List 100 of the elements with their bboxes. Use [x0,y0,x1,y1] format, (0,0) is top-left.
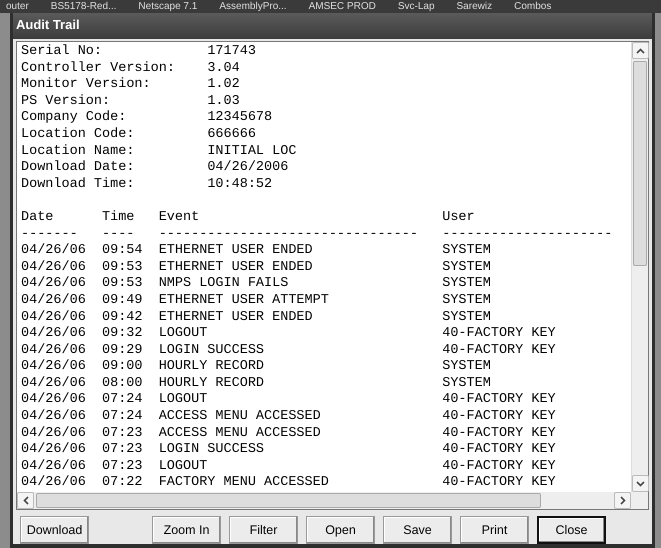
info-value: 12345678 [207,110,274,127]
log-cell-text: SYSTEM [442,376,492,392]
info-value: 10:48:52 [207,176,274,194]
separator-line: ---- [102,226,136,244]
log-cell-text: 09:54 [102,243,144,260]
log-cell-text: 07:23 [102,458,144,476]
taskbar-item[interactable]: Netscape 7.1 [138,0,198,13]
log-cell-text: SYSTEM [442,310,492,326]
log-cell-text: ETHERNET USER ATTEMPT [158,292,330,310]
log-cell-text: HOURLY RECORD [158,376,266,392]
log-cell-text: 40-FACTORY KEY [442,475,557,492]
log-cell-text: 04/26/06 [21,260,87,276]
log-cell-text: LOGOUT [158,458,208,476]
log-cell-text: 04/26/06 [21,475,87,492]
horizontal-scrollbar[interactable] [17,492,631,509]
log-cell-text: 40-FACTORY KEY [442,442,557,459]
scroll-up-icon[interactable] [632,42,649,59]
taskbar-item[interactable]: BS5178-Red... [50,0,116,13]
dialog-button[interactable]: Filter [229,516,298,544]
log-cell-text: 04/26/06 [21,243,87,260]
log-cell-text: 40-FACTORY KEY [442,409,557,426]
log-cell-text: SYSTEM [442,260,492,276]
scroll-down-icon[interactable] [632,475,649,492]
dialog-button[interactable]: Close [537,516,606,544]
log-cell-text: LOGIN SUCCESS [158,442,266,459]
log-cell-text: 09:00 [102,359,144,376]
info-label: Location Code: [21,126,136,144]
column-header: Time [102,210,136,227]
scroll-thumb[interactable] [36,493,541,508]
log-cell-text: 04/26/06 [21,458,87,475]
taskbar-item[interactable]: AMSEC PROD [308,0,376,13]
log-cell-text: 04/26/06 [21,376,87,392]
log-cell-text: 04/26/06 [21,342,87,359]
log-cell-text: 09:49 [102,292,144,310]
log-cell-text: ETHERNET USER ENDED [158,243,314,260]
log-cell-text: 07:22 [102,475,144,492]
log-cell-text: 09:53 [102,276,144,293]
info-label: Location Name: [21,144,136,160]
scroll-left-icon[interactable] [17,492,34,509]
log-cell-text: LOGIN SUCCESS [158,342,266,360]
log-cell-text: NMPS LOGIN FAILS [158,276,290,293]
scroll-thumb[interactable] [633,61,647,266]
info-value: 171743 [207,44,257,61]
dialog-button[interactable]: Print [460,516,529,544]
log-cell-text: 04/26/06 [21,392,87,409]
taskbar-item[interactable]: AssemblyPro... [219,0,287,13]
taskbar-item[interactable]: outer [6,0,29,13]
log-cell-text: SYSTEM [442,243,492,260]
vertical-scrollbar[interactable] [631,42,648,492]
log-cell-text: 04/26/06 [21,359,87,376]
info-value: INITIAL LOC [207,144,298,160]
log-cell-text: 09:29 [102,342,144,360]
dialog-button[interactable]: Open [306,516,375,544]
dialog-button[interactable]: Save [383,516,452,544]
info-label: Serial No: [21,44,104,61]
log-cell-text: 40-FACTORY KEY [442,458,557,476]
column-header: Event [158,210,200,227]
info-value: 04/26/2006 [207,160,290,177]
info-label: Company Code: [21,110,128,127]
info-label: Download Time: [21,176,136,194]
log-cell-text: ACCESS MENU ACCESSED [158,426,322,442]
log-cell-text: 04/26/06 [21,409,87,426]
info-value: 1.02 [207,77,241,94]
dialog-button[interactable]: Zoom In [152,516,221,544]
log-cell-text: 07:24 [102,409,144,426]
log-cell-text: LOGOUT [158,392,208,410]
taskbar-item[interactable]: Svc-Lap [398,0,435,13]
log-cell-text: 07:23 [102,442,144,459]
column-header: Date [21,210,54,227]
log-cell-text: 09:53 [102,260,144,276]
log-cell-text: 40-FACTORY KEY [442,326,557,343]
info-value: 1.03 [207,94,241,110]
taskbar-item[interactable]: Combos [514,0,552,13]
scroll-right-icon[interactable] [614,492,631,509]
info-label: Monitor Version: [21,77,152,94]
info-label: PS Version: [21,94,112,110]
log-cell-text: ACCESS MENU ACCESSED [158,409,322,426]
log-cell-text: SYSTEM [442,359,492,376]
log-cell-text: ETHERNET USER ENDED [158,310,314,326]
log-cell-text: 04/26/06 [21,292,87,310]
separator-line: -------------------------------- [158,226,419,244]
log-cell-text: 04/26/06 [21,426,87,442]
info-label: Download Date: [21,160,136,177]
log-cell-text: 09:42 [102,310,144,326]
dialog-button[interactable]: Download [20,516,89,544]
log-cell-text: SYSTEM [442,292,492,310]
info-label: Controller Version: [21,60,176,77]
separator-line: ------- [21,226,79,243]
info-value: 666666 [207,126,257,144]
log-cell-text: 04/26/06 [21,326,87,343]
log-cell-text: 40-FACTORY KEY [442,392,557,410]
scrollbar-corner [631,492,648,509]
separator-line: --------------------- [442,226,614,244]
log-cell-text: 09:32 [102,326,144,343]
log-cell-text: 40-FACTORY KEY [442,342,557,360]
log-cell-text: 07:23 [102,426,144,442]
log-cell-text: HOURLY RECORD [158,359,266,376]
taskbar-item[interactable]: Sarewiz [456,0,492,13]
log-cell-text: SYSTEM [442,276,492,293]
log-cell-text: 40-FACTORY KEY [442,426,557,442]
